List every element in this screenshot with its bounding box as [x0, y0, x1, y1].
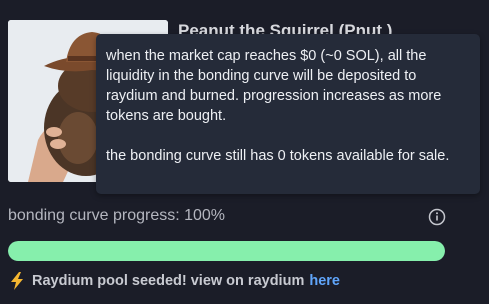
- status-line: Raydium pool seeded! view on raydium her…: [10, 272, 340, 290]
- status-text: Raydium pool seeded! view on raydium: [32, 273, 305, 289]
- info-circle-icon[interactable]: [428, 208, 446, 226]
- bonding-curve-tooltip: when the market cap reaches $0 (~0 SOL),…: [96, 34, 480, 194]
- raydium-link[interactable]: here: [309, 273, 340, 289]
- lightning-bolt-icon: [11, 272, 23, 290]
- token-panel: Peanut the Squirrel (Pnut ) bonding curv…: [0, 0, 489, 304]
- tooltip-paragraph-2: the bonding curve still has 0 tokens ava…: [106, 148, 450, 164]
- progress-fill: [8, 241, 445, 261]
- tooltip-paragraph-1: when the market cap reaches $0 (~0 SOL),…: [106, 48, 442, 124]
- progress-label: bonding curve progress: 100%: [8, 207, 226, 224]
- progress-bar: [8, 241, 445, 261]
